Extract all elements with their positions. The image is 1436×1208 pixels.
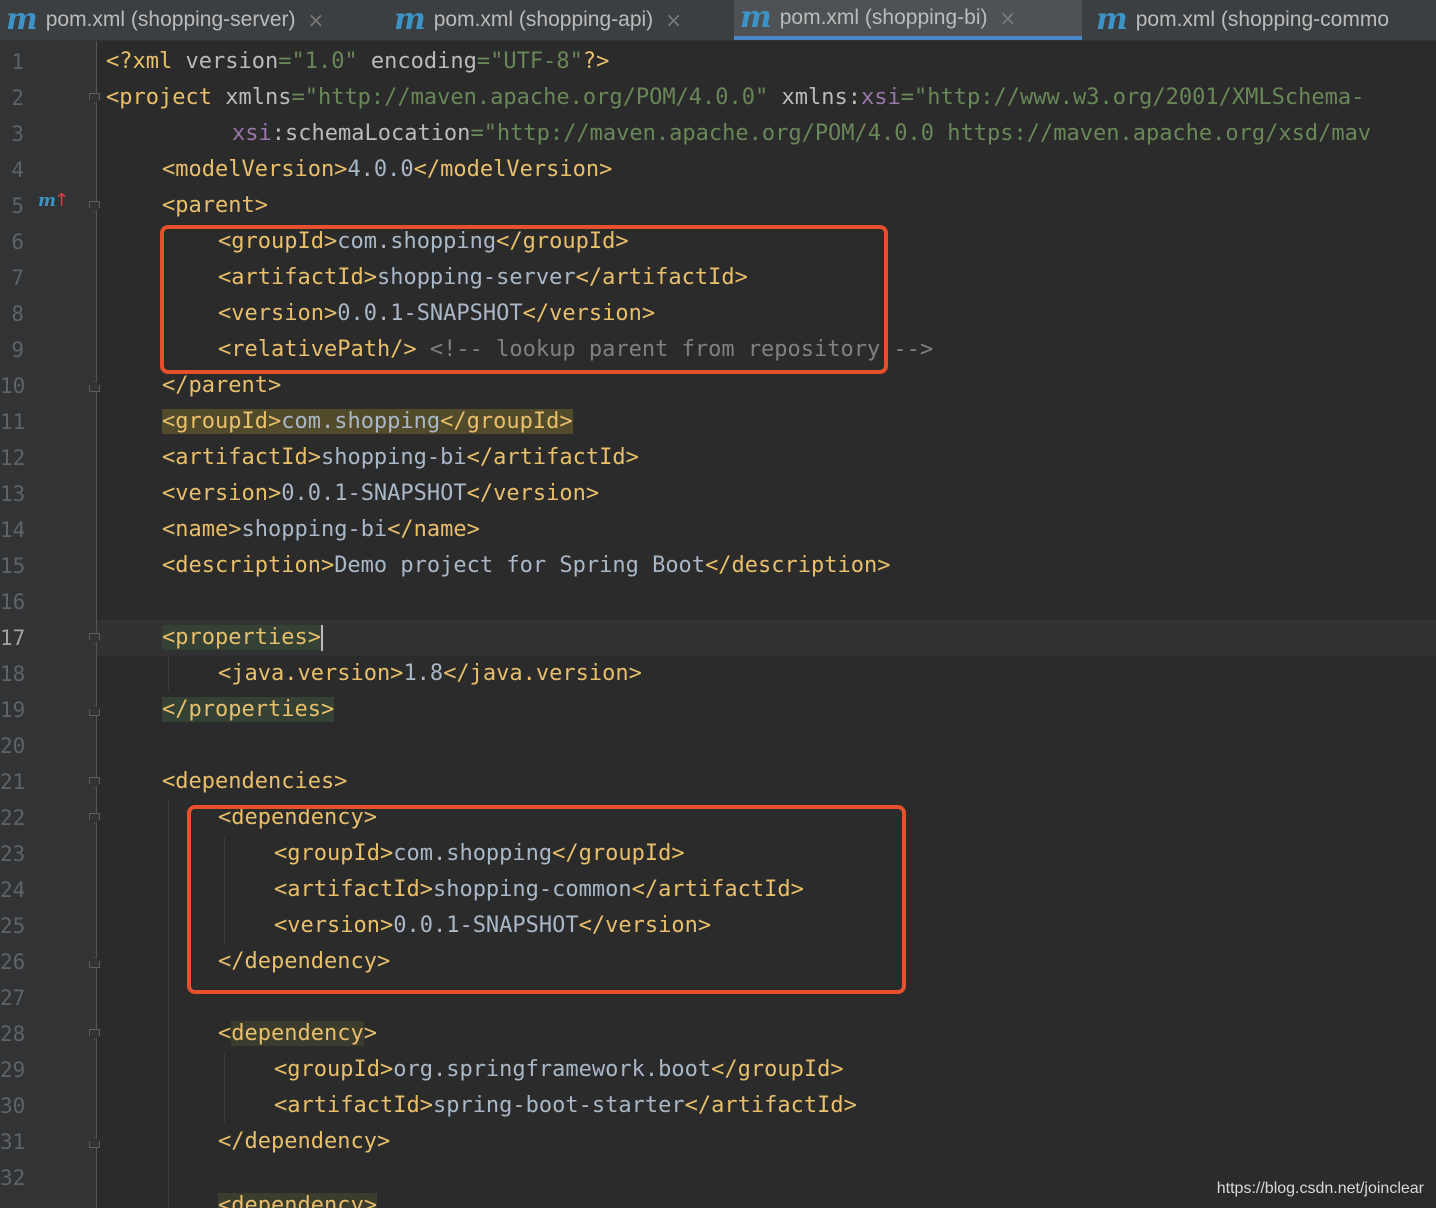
code-line-17: <properties> (162, 625, 323, 651)
editor-tab-bar: m pom.xml (shopping-server) × m pom.xml … (0, 0, 1436, 41)
code-line-2: <project xmlns="http://maven.apache.org/… (106, 85, 1365, 110)
line-number: 31 (0, 1130, 26, 1154)
annotation-box-dependency (187, 805, 906, 994)
code-line-28: <dependency> (218, 1021, 377, 1046)
code-line-29: <groupId>org.springframework.boot</group… (274, 1057, 844, 1082)
line-number: 2 (11, 86, 24, 110)
maven-icon: m (740, 0, 772, 35)
code-line-19: </properties> (162, 697, 335, 722)
line-number: 22 (0, 806, 26, 830)
line-number: 1 (11, 50, 24, 74)
watermark-text: https://blog.csdn.net/joinclear (1216, 1180, 1424, 1197)
code-line-1: <?xml version="1.0" encoding="UTF-8"?> (106, 49, 610, 74)
close-icon[interactable]: × (1000, 6, 1017, 30)
line-number: 18 (0, 662, 26, 686)
line-number: 12 (0, 446, 26, 470)
line-number: 4 (11, 158, 24, 182)
maven-icon: m (394, 2, 426, 37)
line-number: 20 (0, 734, 26, 758)
annotation-box-parent (160, 225, 888, 374)
indent-guide (168, 656, 169, 692)
line-number: 24 (0, 878, 26, 902)
line-number: 5 (11, 194, 24, 218)
line-number: 15 (0, 554, 26, 578)
arrow-up-icon[interactable]: ↑ (54, 190, 69, 211)
line-number: 28 (0, 1022, 26, 1046)
maven-icon: m (1096, 2, 1128, 37)
line-number: 14 (0, 518, 26, 542)
line-number: 11 (0, 410, 26, 434)
close-icon[interactable]: × (308, 8, 325, 32)
code-line-12: <artifactId>shopping-bi</artifactId> (162, 445, 639, 470)
tab-label: pom.xml (shopping-bi) (779, 6, 988, 29)
line-number: 9 (11, 338, 24, 362)
line-number: 29 (0, 1058, 26, 1082)
code-line-4: <modelVersion>4.0.0</modelVersion> (162, 157, 613, 182)
indent-guide (224, 1052, 225, 1124)
line-number: 23 (0, 842, 26, 866)
indent-guide (168, 800, 169, 1208)
code-line-14: <name>shopping-bi</name> (162, 517, 480, 542)
line-number: 10 (0, 374, 26, 398)
line-number: 26 (0, 950, 26, 974)
code-line-13: <version>0.0.1-SNAPSHOT</version> (162, 481, 600, 506)
code-line-3: xsi:schemaLocation="http://maven.apache.… (232, 121, 1372, 146)
line-number: 8 (11, 302, 24, 326)
tab-pom-shopping-common[interactable]: m pom.xml (shopping-commo (1090, 0, 1436, 40)
tab-label: pom.xml (shopping-server) (45, 8, 296, 31)
close-icon[interactable]: × (665, 8, 682, 32)
code-line-31: </dependency> (218, 1129, 391, 1154)
line-number: 19 (0, 698, 26, 722)
tab-pom-shopping-server[interactable]: m pom.xml (shopping-server) × (0, 0, 372, 40)
line-number: 25 (0, 914, 26, 938)
line-number: 16 (0, 590, 26, 614)
line-number: 30 (0, 1094, 26, 1118)
line-number: 7 (11, 266, 24, 290)
text-caret (320, 625, 323, 651)
tab-label: pom.xml (shopping-api) (433, 8, 654, 31)
tab-label: pom.xml (shopping-commo (1135, 8, 1390, 31)
line-number: 32 (0, 1166, 26, 1190)
tab-pom-shopping-api[interactable]: m pom.xml (shopping-api) × (388, 0, 732, 40)
code-line-11: <groupId>com.shopping</groupId> (162, 409, 573, 434)
code-line-18: <java.version>1.8</java.version> (218, 661, 642, 686)
code-line-15: <description>Demo project for Spring Boo… (162, 553, 891, 578)
line-number: 3 (11, 122, 24, 146)
code-line-21: <dependencies> (162, 769, 348, 794)
code-line-33-partial: <dependency> (218, 1188, 377, 1208)
line-number: 17 (0, 626, 26, 650)
maven-icon: m (6, 2, 38, 37)
line-number: 13 (0, 482, 26, 506)
line-number: 6 (11, 230, 24, 254)
code-line-30: <artifactId>spring-boot-starter</artifac… (274, 1093, 857, 1118)
line-number: 27 (0, 986, 26, 1010)
code-line-5: <parent> (162, 193, 268, 218)
line-number: 21 (0, 770, 26, 794)
tab-pom-shopping-bi[interactable]: m pom.xml (shopping-bi) × (734, 0, 1082, 40)
